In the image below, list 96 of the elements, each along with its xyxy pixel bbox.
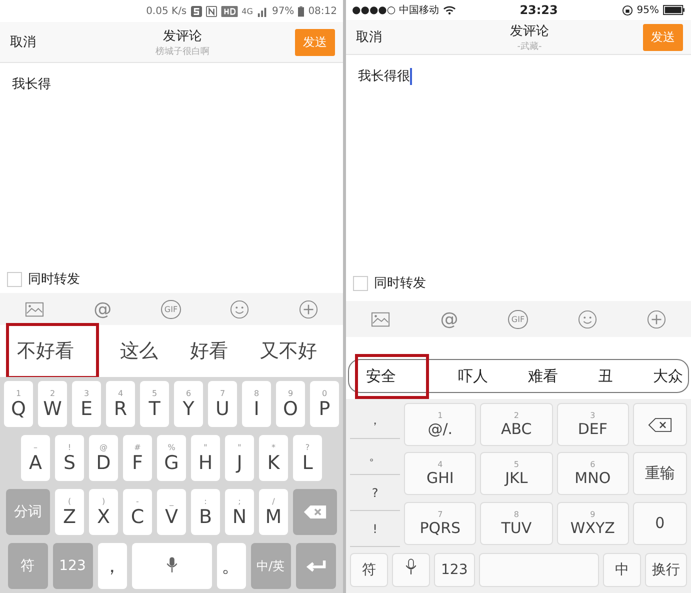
keyboard-key[interactable]: @ D (89, 435, 118, 481)
candidate-word[interactable]: 吓人 (447, 360, 499, 392)
keyboard-key[interactable]: / M (259, 489, 288, 535)
keyboard-key[interactable]: ， (98, 543, 126, 589)
keyboard-key[interactable]: 1 Q (4, 381, 33, 427)
keyboard-key[interactable]: 123 (434, 553, 475, 587)
candidate-word[interactable]: 难看 (517, 360, 569, 392)
backspace-icon (648, 416, 672, 432)
keyboard-key[interactable]: 6 Y (174, 381, 203, 427)
checkbox[interactable] (7, 272, 22, 286)
keyboard-key[interactable]: 3 E (72, 381, 101, 427)
checkbox-label: 同时转发 (374, 275, 426, 292)
keyboard-key[interactable]: " H (191, 435, 220, 481)
add-icon[interactable] (646, 310, 666, 328)
keyboard-key[interactable]: : B (191, 489, 220, 535)
keyboard-key[interactable]: % G (157, 435, 186, 481)
network-speed: 0.05 K/s (146, 6, 187, 16)
keyboard-key[interactable]: 1 @/. (404, 403, 476, 446)
checkbox[interactable] (353, 276, 368, 290)
candidate-word[interactable]: 好看 (179, 331, 239, 371)
checkbox-label: 同时转发 (28, 271, 80, 288)
page-subtitle: -武藏- (517, 40, 542, 52)
battery-icon (298, 6, 304, 16)
enter-key[interactable] (296, 543, 336, 589)
keyboard-key[interactable]: " J (225, 435, 254, 481)
keyboard-key[interactable]: 2 W (38, 381, 67, 427)
keyboard-key[interactable]: ? L (293, 435, 322, 481)
keyboard-key[interactable]: 。 (216, 543, 246, 589)
page-title: 发评论 (163, 28, 202, 44)
keyboard-key[interactable]: ! S (55, 435, 84, 481)
add-icon[interactable] (299, 300, 318, 318)
keyboard-key[interactable]: – A (21, 435, 50, 481)
punctuation-key[interactable]: ， (350, 403, 400, 439)
text-cursor (410, 68, 412, 84)
keyboard-key[interactable]: 3 DEF (556, 403, 629, 446)
status-time: 23:23 (520, 3, 558, 17)
candidate-word[interactable]: 又不好 (249, 331, 328, 371)
keyboard-key[interactable]: 7 U (208, 381, 237, 427)
battery-percent: 97% (272, 6, 294, 16)
comment-text[interactable]: 我长得很 (358, 67, 410, 85)
keyboard-key[interactable]: 2 ABC (480, 403, 553, 446)
voice-key[interactable] (392, 553, 430, 587)
keyboard-key[interactable]: 9 WXYZ (556, 502, 629, 545)
keyboard-key[interactable]: 5 T (140, 381, 169, 427)
keyboard-key[interactable]: 5 JKL (480, 452, 553, 496)
candidate-word[interactable]: 大众 (642, 360, 691, 392)
hd-icon (220, 6, 238, 16)
backspace-key[interactable] (293, 489, 337, 535)
keyboard-key[interactable]: 8 I (242, 381, 271, 427)
keyboard-key[interactable]: 4 R (106, 381, 135, 427)
keyboard-key[interactable]: 0 P (310, 381, 339, 427)
nfc-icon (206, 6, 217, 16)
page-subtitle: 榜城子很白啊 (156, 46, 210, 58)
rotation-lock-icon (622, 4, 633, 16)
keyboard-key[interactable]: 4 GHI (404, 452, 476, 496)
candidate-word[interactable]: 安全 (355, 354, 429, 398)
keyboard-key[interactable]: 中 (603, 553, 641, 587)
keyboard-key[interactable]: * K (259, 435, 288, 481)
keyboard-key[interactable]: 9 O (276, 381, 305, 427)
page-title: 发评论 (510, 22, 549, 40)
image-icon[interactable] (371, 310, 390, 328)
candidate-word[interactable]: 这么 (109, 331, 169, 371)
app-icon (190, 6, 202, 16)
keyboard-key[interactable]: - C (123, 489, 152, 535)
battery-icon (663, 5, 685, 15)
cancel-button[interactable]: 取消 (10, 33, 70, 51)
battery-percent: 95% (636, 4, 659, 16)
keyboard-key[interactable]: ( Z (55, 489, 84, 535)
keyboard-key[interactable]: ) X (89, 489, 118, 535)
emoji-icon[interactable] (578, 310, 597, 328)
keyboard-key[interactable]: 符 (350, 553, 388, 587)
image-icon[interactable] (24, 300, 44, 318)
enter-icon (304, 558, 328, 574)
comment-text[interactable]: 我长得 (12, 75, 51, 93)
network-type: 4G (242, 6, 253, 16)
emoji-icon[interactable] (230, 300, 250, 318)
candidate-word[interactable]: 丑 (587, 360, 624, 392)
keyboard-key[interactable]: 8 TUV (480, 502, 553, 545)
punctuation-key[interactable]: ! (350, 511, 400, 547)
keyboard-key[interactable]: 0 (632, 502, 687, 545)
keyboard-key[interactable]: 7 PQRS (404, 502, 476, 545)
backspace-icon (303, 504, 327, 520)
carrier-text: ●●●●○ 中国移动 (352, 4, 439, 17)
keyboard-key[interactable]: _ V (157, 489, 186, 535)
keyboard-key[interactable]: 6 MNO (556, 452, 629, 496)
keyboard-key[interactable]: 重输 (632, 452, 687, 496)
cancel-button[interactable]: 取消 (356, 28, 416, 46)
punctuation-key[interactable]: ? (350, 475, 400, 511)
status-time: 08:12 (308, 6, 338, 16)
wifi-icon (442, 5, 456, 15)
signal-icon (256, 6, 268, 16)
keyboard-key[interactable]: ; N (225, 489, 254, 535)
keyboard-key[interactable]: # F (123, 435, 152, 481)
punctuation-key[interactable]: 。 (350, 439, 400, 475)
keyboard-key[interactable]: 换行 (645, 553, 687, 587)
backspace-key[interactable] (632, 403, 687, 446)
